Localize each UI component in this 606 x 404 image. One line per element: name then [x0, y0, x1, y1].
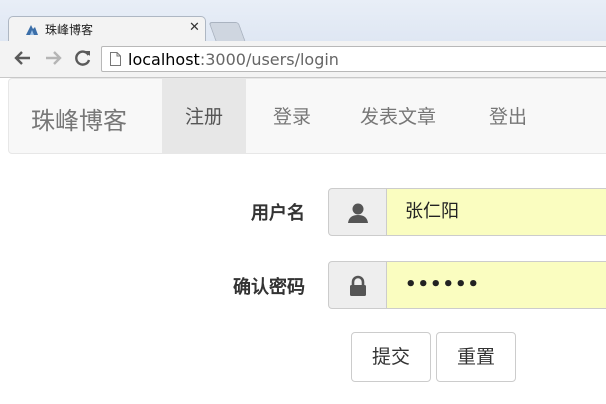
tab-title: 珠峰博客	[45, 23, 94, 37]
url-text: localhost:3000/users/login	[128, 50, 339, 69]
browser-toolbar: localhost:3000/users/login	[0, 41, 606, 78]
nav-login[interactable]: 登录	[250, 79, 334, 153]
nav-logout[interactable]: 登出	[466, 79, 550, 153]
username-input[interactable]: 张仁阳	[386, 188, 606, 236]
reset-button[interactable]: 重置	[436, 332, 516, 382]
username-label: 用户名	[251, 203, 305, 224]
browser-tab[interactable]: 珠峰博客 ✕	[8, 16, 206, 41]
reload-icon[interactable]	[72, 48, 94, 70]
new-tab-button[interactable]	[208, 22, 246, 41]
submit-button[interactable]: 提交	[351, 332, 431, 382]
nav-publish[interactable]: 发表文章	[337, 79, 459, 153]
nav-register[interactable]: 注册	[162, 79, 247, 153]
password-input[interactable]: ••••••	[386, 261, 606, 309]
page-icon	[110, 52, 121, 66]
lock-addon	[328, 261, 387, 309]
username-group: 张仁阳	[328, 188, 606, 236]
forward-icon[interactable]	[42, 48, 64, 70]
password-group: ••••••	[328, 261, 606, 309]
password-label: 确认密码	[233, 277, 305, 298]
browser-tab-strip: 珠峰博客 ✕	[0, 0, 606, 41]
address-bar[interactable]: localhost:3000/users/login	[101, 46, 606, 72]
site-navbar: 珠峰博客 注册 登录 发表文章 登出	[8, 78, 606, 154]
user-icon	[348, 203, 368, 223]
mountain-icon	[26, 25, 38, 35]
site-brand[interactable]: 珠峰博客	[31, 101, 127, 136]
user-addon	[328, 188, 387, 236]
close-icon[interactable]: ✕	[189, 20, 200, 35]
back-icon[interactable]	[12, 48, 34, 70]
lock-icon	[350, 275, 366, 296]
page-content: 珠峰博客 注册 登录 发表文章 登出 用户名 张仁阳 确认密码 •••••• 提…	[0, 78, 606, 404]
